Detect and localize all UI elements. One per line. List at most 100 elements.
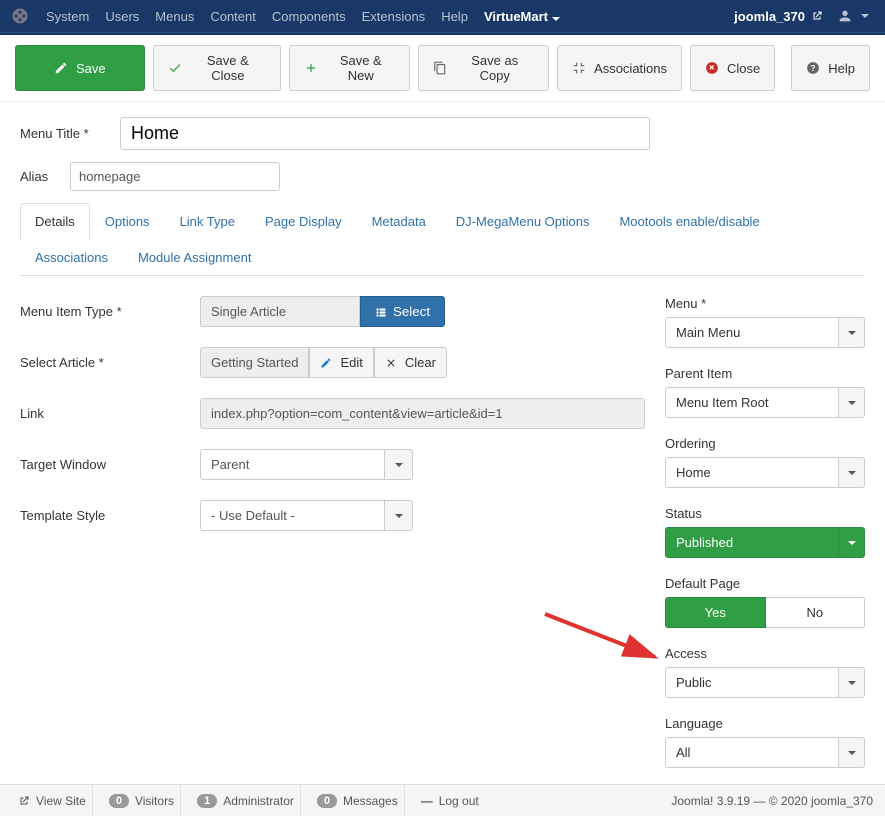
select-type-label: Select — [393, 304, 430, 319]
menu-side-label: Menu * — [665, 296, 865, 311]
messages-label: Messages — [343, 794, 398, 808]
status-dropdown-button[interactable] — [839, 527, 865, 558]
ordering-label: Ordering — [665, 436, 865, 451]
language-dropdown-button[interactable] — [839, 737, 865, 768]
default-page-label: Default Page — [665, 576, 865, 591]
topmenu-components[interactable]: Components — [264, 9, 354, 24]
tab-djmegamenu[interactable]: DJ-MegaMenu Options — [441, 203, 605, 240]
chevron-down-icon — [848, 541, 856, 545]
close-label: Close — [727, 61, 760, 76]
target-label: Target Window — [20, 457, 200, 472]
parent-dropdown-button[interactable] — [839, 387, 865, 418]
tab-associations[interactable]: Associations — [20, 239, 123, 276]
menu-select[interactable]: Main Menu — [665, 317, 839, 348]
question-icon: ? — [806, 61, 820, 75]
item-type-value: Single Article — [200, 296, 360, 327]
clear-article-button[interactable]: Clear — [374, 347, 447, 378]
chevron-down-icon[interactable] — [861, 14, 869, 18]
edit-article-button[interactable]: Edit — [309, 347, 373, 378]
topmenu-menus[interactable]: Menus — [147, 9, 202, 24]
brand-link[interactable]: joomla_370 — [726, 9, 831, 24]
logout-link[interactable]: — Log out — [415, 785, 485, 816]
apply-icon — [54, 61, 68, 75]
link-label: Link — [20, 406, 200, 421]
tab-details[interactable]: Details — [20, 203, 90, 240]
associations-label: Associations — [594, 61, 667, 76]
template-dropdown-button[interactable] — [385, 500, 413, 531]
language-select[interactable]: All — [665, 737, 839, 768]
target-dropdown-button[interactable] — [385, 449, 413, 480]
tab-module-assignment[interactable]: Module Assignment — [123, 239, 266, 276]
menu-title-input[interactable] — [120, 117, 650, 150]
pencil-icon — [320, 357, 332, 369]
tab-metadata[interactable]: Metadata — [357, 203, 441, 240]
view-site-link[interactable]: View Site — [12, 785, 93, 816]
save-button[interactable]: Save — [15, 45, 145, 91]
menu-title-label: Menu Title * — [20, 126, 120, 141]
save-new-button[interactable]: Save & New — [289, 45, 410, 91]
access-select[interactable]: Public — [665, 667, 839, 698]
chevron-down-icon — [848, 401, 856, 405]
admin-badge: 1 — [197, 794, 217, 808]
contract-icon — [572, 61, 586, 75]
tab-page-display[interactable]: Page Display — [250, 203, 357, 240]
menu-dropdown-button[interactable] — [839, 317, 865, 348]
access-dropdown-button[interactable] — [839, 667, 865, 698]
item-type-label: Menu Item Type * — [20, 304, 200, 319]
close-button[interactable]: Close — [690, 45, 775, 91]
clear-label: Clear — [405, 355, 436, 370]
topmenu-system[interactable]: System — [38, 9, 97, 24]
tab-options[interactable]: Options — [90, 203, 165, 240]
alias-label: Alias — [20, 169, 70, 184]
topmenu-help[interactable]: Help — [433, 9, 476, 24]
plus-icon — [304, 61, 318, 75]
link-input: index.php?option=com_content&view=articl… — [200, 398, 645, 429]
help-label: Help — [828, 61, 855, 76]
joomla-logo-icon — [10, 6, 30, 26]
parent-select[interactable]: Menu Item Root — [665, 387, 839, 418]
topmenu-content[interactable]: Content — [202, 9, 264, 24]
status-select[interactable]: Published — [665, 527, 839, 558]
select-article-label: Select Article * — [20, 355, 200, 370]
check-icon — [168, 61, 182, 75]
alias-input[interactable] — [70, 162, 280, 191]
select-article-value: Getting Started — [200, 347, 309, 378]
ordering-dropdown-button[interactable] — [839, 457, 865, 488]
access-label: Access — [665, 646, 865, 661]
template-select[interactable]: - Use Default - — [200, 500, 385, 531]
default-no-button[interactable]: No — [766, 597, 866, 628]
default-yes-button[interactable]: Yes — [665, 597, 766, 628]
tab-link-type[interactable]: Link Type — [165, 203, 250, 240]
associations-button[interactable]: Associations — [557, 45, 682, 91]
topmenu-extensions[interactable]: Extensions — [354, 9, 434, 24]
external-link-icon — [811, 10, 823, 22]
save-copy-button[interactable]: Save as Copy — [418, 45, 549, 91]
cancel-icon — [705, 61, 719, 75]
chevron-down-icon — [848, 751, 856, 755]
chevron-down-icon — [848, 471, 856, 475]
help-button[interactable]: ? Help — [791, 45, 870, 91]
select-type-button[interactable]: Select — [360, 296, 445, 327]
visitors-link[interactable]: 0 Visitors — [103, 785, 181, 816]
save-new-label: Save & New — [326, 53, 395, 83]
messages-badge: 0 — [317, 794, 337, 808]
copy-icon — [433, 61, 447, 75]
tab-mootools[interactable]: Mootools enable/disable — [604, 203, 774, 240]
save-label: Save — [76, 61, 106, 76]
visitors-label: Visitors — [135, 794, 174, 808]
ordering-select[interactable]: Home — [665, 457, 839, 488]
topmenu-virtuemart[interactable]: VirtueMart — [476, 9, 568, 24]
version-text: Joomla! 3.9.19 — © 2020 joomla_370 — [671, 794, 873, 808]
messages-link[interactable]: 0 Messages — [311, 785, 405, 816]
target-select[interactable]: Parent — [200, 449, 385, 480]
admin-link[interactable]: 1 Administrator — [191, 785, 301, 816]
admin-label: Administrator — [223, 794, 294, 808]
topmenu-users[interactable]: Users — [97, 9, 147, 24]
save-close-button[interactable]: Save & Close — [153, 45, 281, 91]
chevron-down-icon — [395, 463, 403, 467]
user-icon[interactable] — [837, 8, 853, 24]
chevron-down-icon — [848, 681, 856, 685]
parent-label: Parent Item — [665, 366, 865, 381]
logout-label: Log out — [439, 794, 479, 808]
chevron-down-icon — [848, 331, 856, 335]
